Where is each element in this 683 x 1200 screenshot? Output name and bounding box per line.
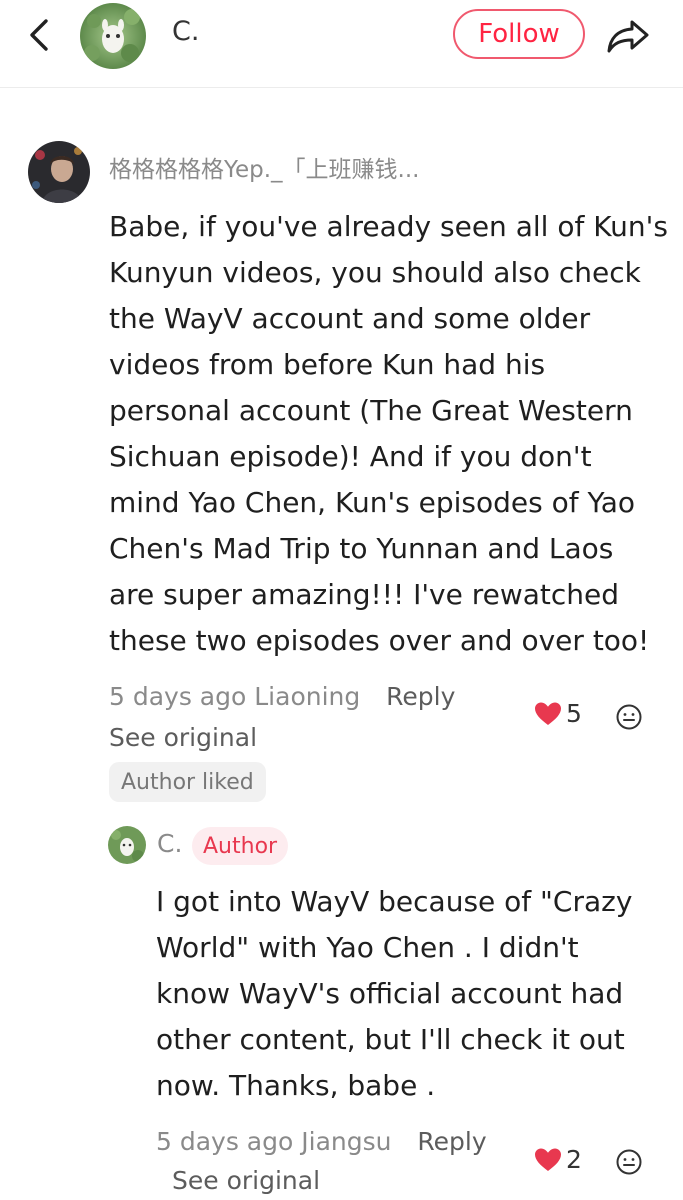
comment-like-button[interactable]: 5 bbox=[534, 699, 582, 728]
reply-reply-button[interactable]: Reply bbox=[417, 1127, 486, 1156]
top-bar: C. Follow bbox=[0, 0, 683, 88]
share-icon bbox=[607, 20, 649, 53]
follow-button[interactable]: Follow bbox=[453, 9, 585, 59]
comment-reply-button[interactable]: Reply bbox=[386, 682, 455, 711]
commenter-name[interactable]: 格格格格格Yep._「上班赚钱... bbox=[109, 150, 420, 184]
comment-meta: 5 days ago Liaoning Reply bbox=[109, 682, 455, 711]
comment-time: 5 days ago bbox=[109, 682, 247, 711]
reply-meta: 5 days ago Jiangsu Reply bbox=[156, 1127, 487, 1156]
comment-text: Babe, if you've already seen all of Kun'… bbox=[109, 210, 668, 657]
reply-like-button[interactable]: 2 bbox=[534, 1145, 582, 1174]
back-arrow-icon bbox=[30, 19, 48, 51]
emoji-icon bbox=[616, 704, 642, 730]
commenter-avatar[interactable] bbox=[28, 141, 90, 203]
reply-see-original-link[interactable]: See original bbox=[172, 1166, 320, 1195]
back-button[interactable] bbox=[18, 14, 60, 56]
reply-like-count: 2 bbox=[566, 1145, 582, 1174]
comment-like-count: 5 bbox=[566, 699, 582, 728]
comment-emoji-button[interactable] bbox=[615, 703, 643, 731]
reply-text: I got into WayV because of "Crazy World"… bbox=[156, 885, 633, 1102]
author-badge: Author bbox=[192, 827, 289, 865]
heart-icon bbox=[535, 702, 561, 725]
reply-time: 5 days ago bbox=[156, 1127, 294, 1156]
emoji-icon bbox=[616, 1149, 642, 1175]
comment-see-original-link[interactable]: See original bbox=[109, 723, 257, 752]
reply-author-name[interactable]: C. bbox=[157, 829, 182, 858]
author-name[interactable]: C. bbox=[172, 16, 199, 47]
reply-location: Jiangsu bbox=[301, 1127, 392, 1156]
comment-location: Liaoning bbox=[254, 682, 361, 711]
reply-author-avatar[interactable] bbox=[108, 826, 146, 864]
author-liked-badge: Author liked bbox=[109, 762, 266, 802]
author-avatar[interactable] bbox=[80, 3, 146, 69]
share-button[interactable] bbox=[604, 14, 652, 58]
reply-emoji-button[interactable] bbox=[615, 1148, 643, 1176]
heart-icon bbox=[535, 1148, 561, 1171]
